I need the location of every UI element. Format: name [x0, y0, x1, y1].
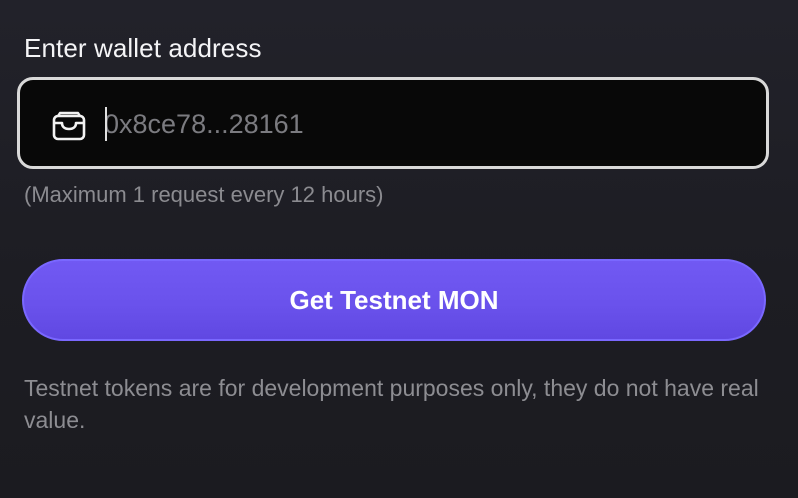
wallet-icon	[52, 111, 86, 141]
get-testnet-mon-button[interactable]: Get Testnet MON	[22, 259, 766, 341]
testnet-disclaimer: Testnet tokens are for development purpo…	[24, 375, 759, 433]
wallet-address-label: Enter wallet address	[24, 33, 262, 63]
text-caret	[105, 107, 107, 141]
wallet-address-field[interactable]	[17, 77, 769, 169]
wallet-address-input[interactable]	[104, 96, 744, 152]
rate-limit-hint: (Maximum 1 request every 12 hours)	[24, 182, 384, 207]
